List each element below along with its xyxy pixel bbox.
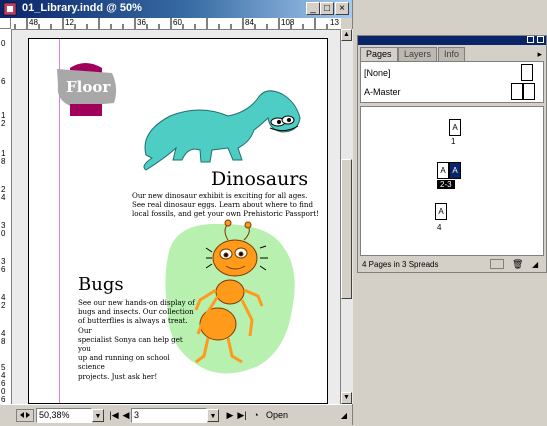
pages-count-label: 4 Pages in 3 Spreads <box>362 260 439 269</box>
zoom-dropdown-arrow[interactable]: ▼ <box>92 409 104 422</box>
panel-menu-arrow-icon[interactable]: ▸ <box>537 49 542 60</box>
new-page-icon[interactable] <box>490 259 504 269</box>
status-bar: 50,38% ▼ |◀ ◀ 3 ▼ ▶ ▶| ◔ Open ◢ <box>0 404 352 426</box>
page-label-1: 1 <box>451 137 456 146</box>
bugs-body-text[interactable]: See our new hands-on display of bugs and… <box>78 298 196 381</box>
pages-panel: Pages Layers Info ▸ [None] A-Master A 1 … <box>357 35 547 273</box>
scroll-down-arrow[interactable]: ▼ <box>341 392 352 404</box>
scroll-thumb[interactable] <box>341 159 352 299</box>
tab-pages[interactable]: Pages <box>360 47 398 62</box>
master-none[interactable]: [None] <box>364 68 391 78</box>
resize-grip-icon[interactable]: ◢ <box>338 409 350 422</box>
first-page-button[interactable]: |◀ <box>108 409 120 422</box>
document-window: 01_Library.indd @ 50% _ □ × 48 12 36 60 … <box>0 0 353 426</box>
bugs-heading[interactable]: Bugs <box>78 274 124 295</box>
next-page-button[interactable]: ▶ <box>224 409 236 422</box>
floor-heading[interactable]: Floor <box>66 78 110 96</box>
zoom-field[interactable]: 50,38% <box>36 408 92 423</box>
tab-info[interactable]: Info <box>438 47 466 61</box>
open-status-icon: ◔ <box>253 410 259 420</box>
page-thumb-1[interactable]: A <box>449 119 461 136</box>
page-number-field[interactable]: 3 <box>131 408 207 423</box>
panel-tab-row: Pages Layers Info ▸ <box>360 47 544 62</box>
panel-title-bar[interactable] <box>358 36 546 45</box>
masters-section[interactable]: [None] A-Master <box>360 61 544 103</box>
page-thumb-3[interactable]: A <box>449 162 461 179</box>
master-none-thumb[interactable] <box>521 64 533 81</box>
page-label-2-3: 2-3 <box>437 180 455 189</box>
panel-close-icon[interactable] <box>537 36 544 43</box>
master-a[interactable]: A-Master <box>364 87 401 97</box>
tab-layers[interactable]: Layers <box>398 47 438 61</box>
open-status-label[interactable]: Open <box>266 410 288 420</box>
panel-resize-icon[interactable]: ◢ <box>532 258 538 271</box>
page-thumb-2[interactable]: A <box>437 162 449 179</box>
pages-section[interactable]: A 1 A A 2-3 A 4 <box>360 106 544 256</box>
page-dropdown-arrow[interactable]: ▼ <box>207 409 219 422</box>
master-a-left-thumb[interactable] <box>511 83 523 100</box>
dinosaur-illustration[interactable] <box>143 90 301 171</box>
page-thumb-4[interactable]: A <box>435 203 447 220</box>
panel-status-bar: 4 Pages in 3 Spreads 🗑 ◢ <box>360 258 544 271</box>
vertical-scrollbar[interactable]: ▲ ▼ <box>340 29 353 404</box>
panel-minimize-icon[interactable] <box>527 36 534 43</box>
dinosaurs-heading[interactable]: Dinosaurs <box>211 168 308 190</box>
layout-toggle-button[interactable] <box>16 409 34 422</box>
master-a-right-thumb[interactable] <box>523 83 535 100</box>
trash-icon[interactable]: 🗑 <box>512 258 523 271</box>
page-label-4: 4 <box>437 223 442 232</box>
last-page-button[interactable]: ▶| <box>236 409 248 422</box>
scroll-up-arrow[interactable]: ▲ <box>341 29 352 41</box>
dinosaurs-body-text[interactable]: Our new dinosaur exhibit is exciting for… <box>132 191 332 219</box>
